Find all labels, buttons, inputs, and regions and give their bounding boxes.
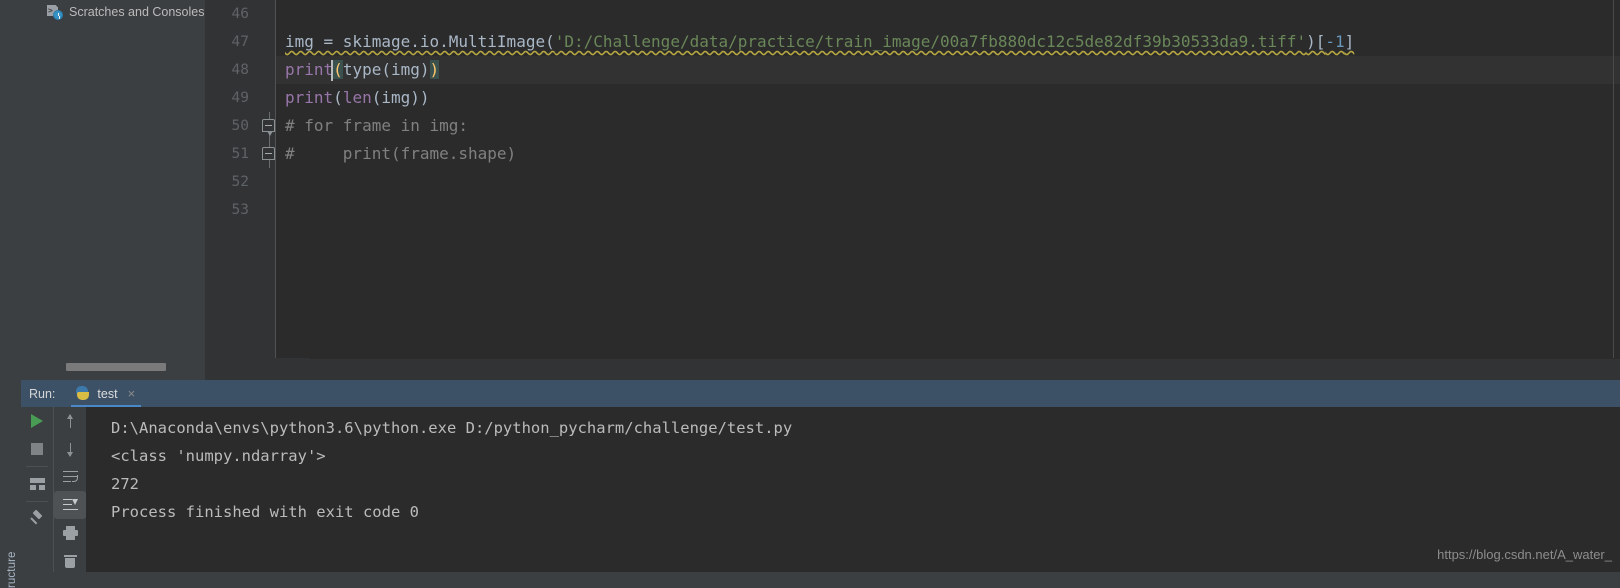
fold-slot	[262, 168, 276, 196]
toolbar-divider	[26, 466, 48, 467]
project-panel-hscrollbar[interactable]	[66, 363, 166, 371]
code-token-punct: (	[333, 88, 343, 107]
scroll-to-end-icon	[62, 498, 78, 512]
line-number-column: 46 47 48 49 50 51 52 53	[205, 0, 253, 224]
layout-button[interactable]	[21, 470, 53, 498]
code-token-string: 'D:/Challenge/data/practice/train_image/…	[554, 32, 1307, 51]
pin-button[interactable]	[21, 505, 53, 533]
fold-marker-column[interactable]	[262, 0, 276, 224]
arrow-up-icon	[64, 413, 76, 429]
code-token-punct: ]	[1344, 32, 1355, 51]
run-tool-header: Run: test ×	[21, 380, 1620, 407]
pycharm-window: ructure > Scratches and Consoles 46 47 4…	[0, 0, 1620, 588]
editor-bottom-edge	[310, 358, 1620, 359]
code-token-punct: )[	[1306, 32, 1326, 51]
toolbar-divider	[26, 501, 48, 502]
left-tool-strip: ructure	[0, 0, 22, 588]
line-number: 46	[231, 6, 249, 22]
line-number: 49	[231, 90, 249, 106]
fold-slot	[262, 112, 276, 140]
line-number: 51	[231, 146, 249, 162]
line-number: 50	[231, 118, 249, 134]
print-button[interactable]	[54, 519, 86, 547]
run-window-label: Run:	[29, 386, 56, 401]
rerun-button[interactable]	[21, 407, 53, 435]
code-editor[interactable]: 46 47 48 49 50 51 52 53 img = skimage.io…	[205, 0, 1620, 358]
run-tool-body: D:\Anaconda\envs\python3.6\python.exe D:…	[21, 407, 1620, 572]
console-line: Process finished with exit code 0	[111, 503, 419, 521]
soft-wrap-button[interactable]	[54, 463, 86, 491]
fold-slot	[262, 196, 276, 224]
print-icon	[62, 526, 78, 540]
code-line-47[interactable]: img = skimage.io.MultiImage('D:/Challeng…	[276, 28, 1620, 56]
code-line-49[interactable]: print(len(img))	[276, 84, 1620, 112]
trash-icon	[63, 554, 77, 568]
code-token-function: print	[285, 60, 334, 79]
run-tool-window: Run: test × D:\Anaconda\envs\python3.6\p…	[21, 380, 1620, 572]
tree-item-label: Scratches and Consoles	[69, 5, 205, 19]
text-caret	[331, 60, 333, 81]
python-icon	[75, 386, 90, 401]
fold-slot	[262, 28, 276, 56]
pin-icon	[30, 512, 44, 526]
console-line: <class 'numpy.ndarray'>	[111, 447, 326, 465]
prev-occurrence-button[interactable]	[54, 407, 86, 435]
editor-right-divider	[1613, 0, 1614, 358]
fold-slot	[262, 84, 276, 112]
console-line: 272	[111, 475, 139, 493]
code-token-inner: type(img)	[342, 60, 430, 79]
line-number: 53	[231, 202, 249, 218]
run-toolbar-secondary	[53, 407, 87, 572]
project-panel: > Scratches and Consoles	[21, 0, 206, 380]
code-token-comment: # print(frame.shape)	[285, 144, 517, 163]
line-number: 47	[231, 34, 249, 50]
fold-slot	[262, 0, 276, 28]
code-line-53[interactable]	[276, 196, 1620, 224]
code-line-46[interactable]	[276, 0, 1620, 28]
fold-slot	[262, 56, 276, 84]
code-token-number: -1	[1325, 32, 1345, 51]
code-token-call: img = skimage.io.MultiImage(	[285, 32, 555, 51]
console-clock-icon: >	[47, 4, 63, 20]
editor-bottom-strip	[205, 358, 1620, 380]
fold-collapse-icon[interactable]	[262, 147, 275, 160]
line-number: 48	[231, 62, 249, 78]
scroll-to-end-button[interactable]	[54, 491, 86, 519]
code-token-comment: # for frame in img:	[285, 116, 469, 135]
code-line-50[interactable]: # for frame in img:	[276, 112, 1620, 140]
line-number: 52	[231, 174, 249, 190]
code-line-51[interactable]: # print(frame.shape)	[276, 140, 1620, 168]
run-tab-label: test	[97, 386, 118, 401]
tree-item-scratches-and-consoles[interactable]: > Scratches and Consoles	[47, 2, 205, 22]
code-token-function: print	[285, 88, 334, 107]
fold-collapse-icon[interactable]	[262, 119, 275, 136]
run-icon	[31, 414, 43, 428]
code-text-area[interactable]: img = skimage.io.MultiImage('D:/Challeng…	[276, 0, 1620, 358]
console-line: D:\Anaconda\envs\python3.6\python.exe D:…	[111, 419, 793, 437]
code-token-bracket-match: )	[429, 60, 440, 79]
code-token-bracket-match: (	[333, 60, 343, 79]
watermark-text: https://blog.csdn.net/A_water_	[1437, 547, 1612, 562]
code-line-48[interactable]: print(type(img))	[276, 56, 1620, 84]
clear-all-button[interactable]	[54, 547, 86, 575]
stop-icon	[31, 443, 43, 455]
close-icon[interactable]: ×	[128, 387, 136, 400]
structure-tool-tab[interactable]: ructure	[6, 528, 18, 588]
run-tab-test[interactable]: test ×	[71, 380, 141, 407]
code-line-52[interactable]	[276, 168, 1620, 196]
run-toolbar-primary	[21, 407, 53, 572]
arrow-down-icon	[64, 442, 76, 457]
fold-slot	[262, 140, 276, 168]
console-output[interactable]: D:\Anaconda\envs\python3.6\python.exe D:…	[86, 407, 1620, 572]
stop-button[interactable]	[21, 435, 53, 463]
code-token-punct: (img))	[371, 88, 430, 107]
next-occurrence-button[interactable]	[54, 435, 86, 463]
code-token-function: len	[342, 88, 372, 107]
layout-icon	[29, 478, 45, 490]
soft-wrap-icon	[62, 470, 78, 484]
